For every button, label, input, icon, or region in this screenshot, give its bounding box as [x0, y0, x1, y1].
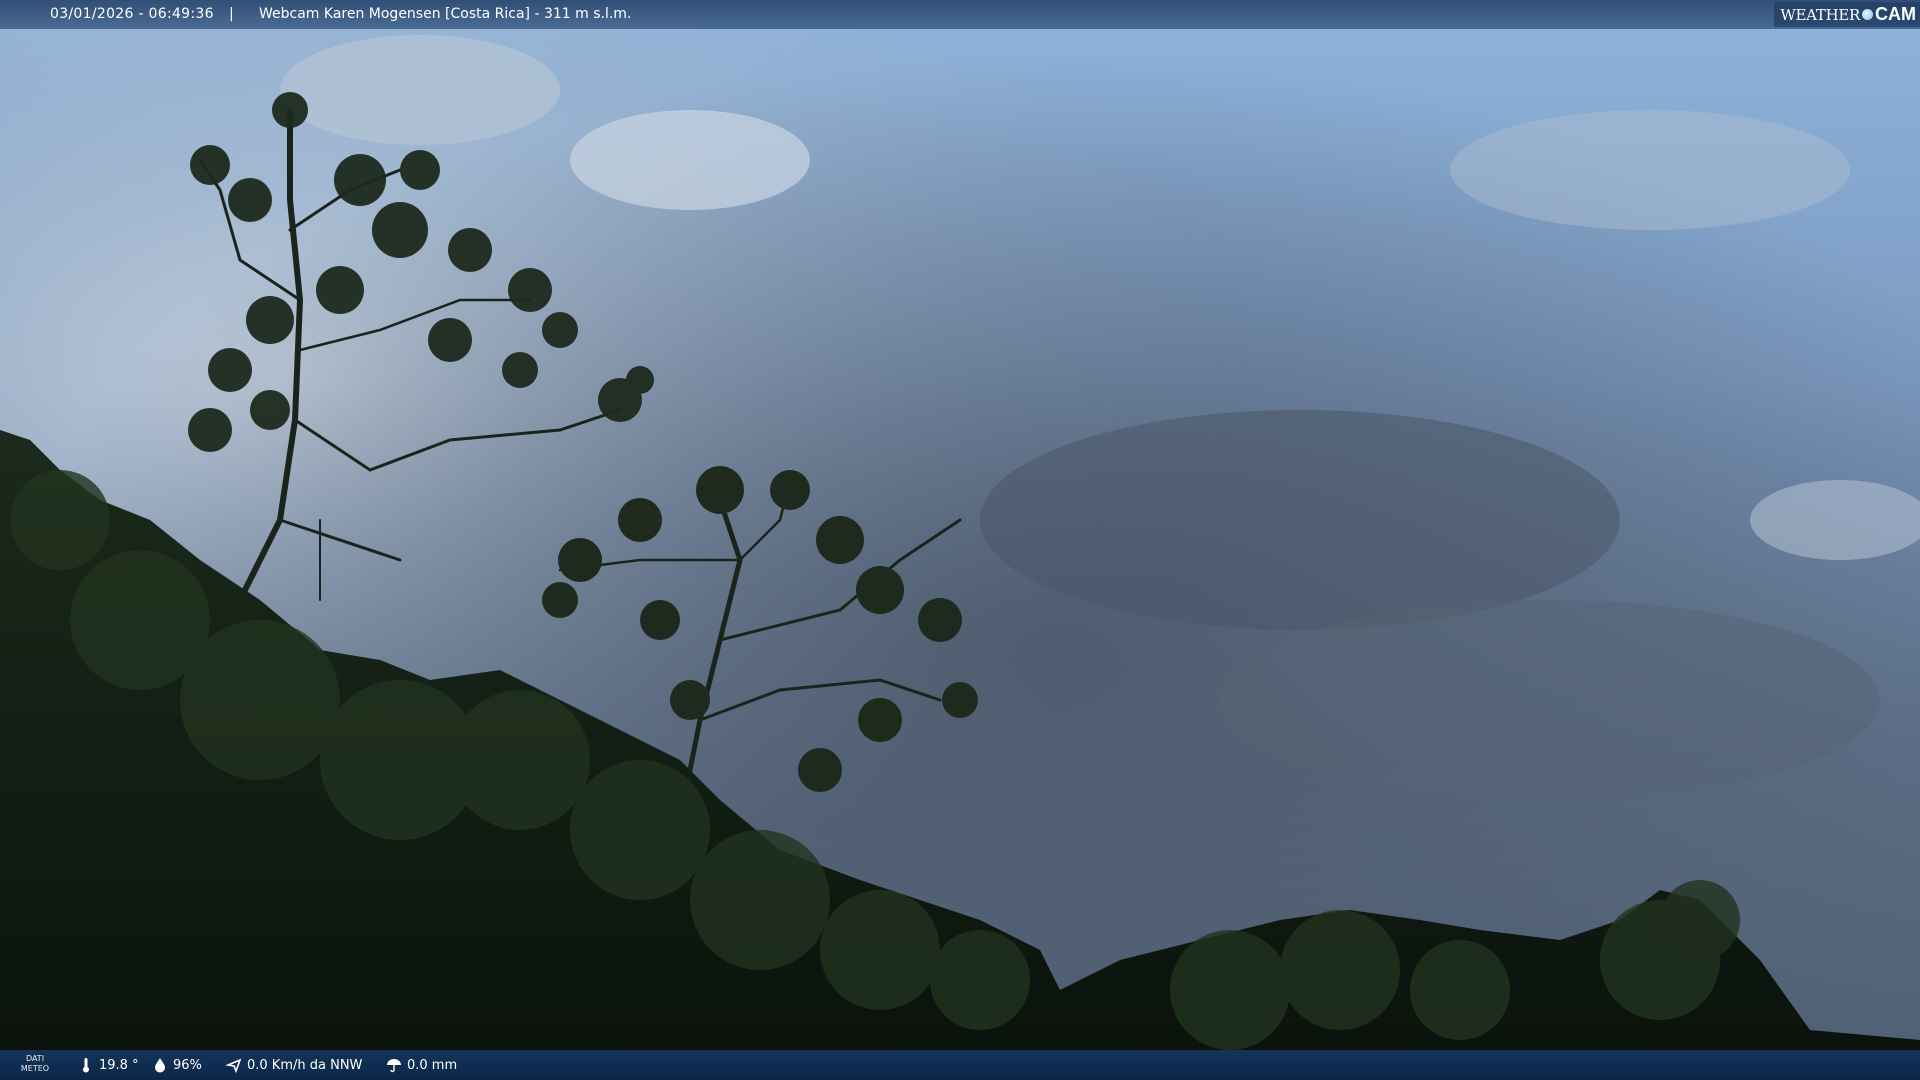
timestamp: 03/01/2026 - 06:49:36: [50, 6, 214, 22]
wind-value: 0.0 Km/h da NNW: [247, 1057, 363, 1073]
top-overlay-bar: 03/01/2026 - 06:49:36 | Webcam Karen Mog…: [0, 0, 1920, 29]
rain-value: 0.0 mm: [407, 1057, 458, 1073]
brand-weather: WEATHER: [1780, 5, 1860, 24]
separator: |: [229, 6, 234, 22]
temperature-item: 19.8 °: [78, 1050, 139, 1080]
brand-cam: CAM: [1875, 4, 1916, 24]
rain-icon: [387, 1059, 401, 1073]
weathercam-globe-icon: [1862, 9, 1873, 20]
wind-item: 0.0 Km/h da NNW: [226, 1050, 362, 1080]
cloud-patch: [280, 35, 560, 145]
webcam-photo: [0, 0, 1920, 1080]
humidity-value: 96%: [173, 1057, 202, 1073]
thermometer-icon: [83, 1058, 89, 1073]
temperature-value: 19.8 °: [99, 1057, 139, 1073]
cloud-patch: [570, 110, 810, 210]
weathercam-logo: WEATHER CAM: [1774, 2, 1920, 27]
cloud-patch: [1220, 600, 1880, 800]
label-line1: DATI: [25, 1054, 45, 1063]
humidity-drop-icon: [155, 1058, 165, 1073]
dati-meteo-label: DATI METEO: [20, 1054, 50, 1074]
humidity-item: 96%: [152, 1050, 202, 1080]
cloud-patch: [1450, 110, 1850, 230]
cloud-patch: [980, 410, 1620, 630]
rain-item: 0.0 mm: [386, 1050, 457, 1080]
weather-data-bar: DATI METEO 19.8 ° 96% 0.0 Km/h da NNW 0.…: [0, 1050, 1920, 1080]
label-line2: METEO: [20, 1064, 50, 1073]
wind-icon: [226, 1058, 242, 1073]
webcam-title: Webcam Karen Mogensen [Costa Rica] - 311…: [259, 6, 632, 22]
